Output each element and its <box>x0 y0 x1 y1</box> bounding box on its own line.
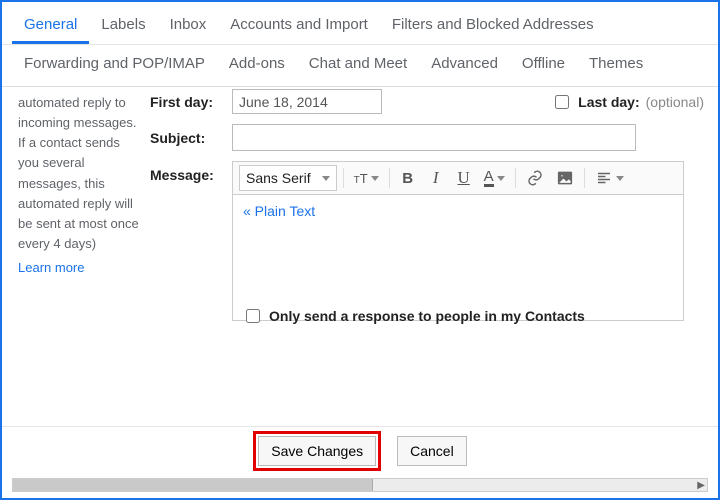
text-color-icon: A <box>484 170 494 187</box>
plain-text-row: « Plain Text <box>232 195 684 223</box>
tab-chat-meet[interactable]: Chat and Meet <box>297 45 419 80</box>
chevron-down-icon <box>322 176 330 181</box>
tabs-row-1: General Labels Inbox Accounts and Import… <box>2 2 718 45</box>
last-day-checkbox[interactable] <box>555 95 569 109</box>
only-contacts-row: Only send a response to people in my Con… <box>242 306 585 326</box>
action-buttons-row: Save Changes Cancel <box>2 426 718 474</box>
tab-addons[interactable]: Add-ons <box>217 45 297 80</box>
chevron-down-icon <box>616 176 624 181</box>
last-day-area: Last day: (optional) <box>551 92 704 112</box>
chevron-down-icon <box>497 176 505 181</box>
toolbar-separator <box>584 168 585 188</box>
subject-row: Subject: <box>150 124 704 151</box>
scrollbar-thumb[interactable] <box>13 479 373 491</box>
text-color-button[interactable]: A <box>480 165 509 191</box>
image-icon <box>556 169 574 187</box>
font-size-icon: TT <box>354 171 368 186</box>
bold-icon: B <box>402 170 413 187</box>
underline-button[interactable]: U <box>452 165 476 191</box>
italic-icon: I <box>433 168 439 188</box>
only-contacts-checkbox[interactable] <box>246 309 260 323</box>
horizontal-scrollbar[interactable]: ▶ <box>12 478 708 492</box>
insert-link-button[interactable] <box>522 165 548 191</box>
font-size-button[interactable]: TT <box>350 165 383 191</box>
italic-button[interactable]: I <box>424 165 448 191</box>
cancel-button[interactable]: Cancel <box>397 436 467 466</box>
font-family-label: Sans Serif <box>246 170 311 186</box>
subject-label: Subject: <box>150 130 232 146</box>
first-day-input[interactable] <box>232 89 382 114</box>
message-label: Message: <box>150 161 232 183</box>
message-editor: Sans Serif TT B I U A <box>232 161 684 321</box>
underline-icon: U <box>458 168 470 188</box>
subject-input[interactable] <box>232 124 636 151</box>
last-day-optional: (optional) <box>646 94 704 110</box>
tabs-row-2: Forwarding and POP/IMAP Add-ons Chat and… <box>2 45 718 87</box>
tab-offline[interactable]: Offline <box>510 45 577 80</box>
description-text: automated reply to incoming messages. If… <box>18 95 139 251</box>
editor-toolbar: Sans Serif TT B I U A <box>232 161 684 195</box>
plain-text-toggle[interactable]: « Plain Text <box>233 195 317 223</box>
bold-button[interactable]: B <box>396 165 420 191</box>
chevron-down-icon <box>371 176 379 181</box>
learn-more-link[interactable]: Learn more <box>18 258 84 278</box>
tab-accounts-import[interactable]: Accounts and Import <box>218 8 380 44</box>
toolbar-separator <box>389 168 390 188</box>
tab-themes[interactable]: Themes <box>577 45 655 80</box>
tab-general[interactable]: General <box>12 8 89 44</box>
toolbar-separator <box>343 168 344 188</box>
settings-page: General Labels Inbox Accounts and Import… <box>0 0 720 500</box>
tab-inbox[interactable]: Inbox <box>158 8 219 44</box>
scroll-right-arrow-icon[interactable]: ▶ <box>697 480 705 491</box>
message-row: Message: Sans Serif TT B <box>150 161 704 321</box>
first-day-label: First day: <box>150 94 232 110</box>
tab-labels[interactable]: Labels <box>89 8 157 44</box>
first-day-row: First day: Last day: (optional) <box>150 89 704 114</box>
tab-advanced[interactable]: Advanced <box>419 45 510 80</box>
save-changes-button[interactable]: Save Changes <box>258 436 376 466</box>
settings-content: automated reply to incoming messages. If… <box>2 87 718 429</box>
save-changes-highlight: Save Changes <box>253 431 381 471</box>
align-button[interactable] <box>591 165 628 191</box>
tab-filters-blocked[interactable]: Filters and Blocked Addresses <box>380 8 606 44</box>
insert-image-button[interactable] <box>552 165 578 191</box>
vacation-responder-description: automated reply to incoming messages. If… <box>2 87 150 429</box>
font-family-select[interactable]: Sans Serif <box>239 165 337 191</box>
tab-forwarding-pop-imap[interactable]: Forwarding and POP/IMAP <box>12 45 217 80</box>
align-icon <box>595 169 613 187</box>
vacation-responder-form: First day: Last day: (optional) Subject:… <box>150 87 718 429</box>
toolbar-separator <box>515 168 516 188</box>
link-icon <box>526 169 544 187</box>
only-contacts-label: Only send a response to people in my Con… <box>269 308 585 324</box>
last-day-label: Last day: <box>578 94 639 110</box>
